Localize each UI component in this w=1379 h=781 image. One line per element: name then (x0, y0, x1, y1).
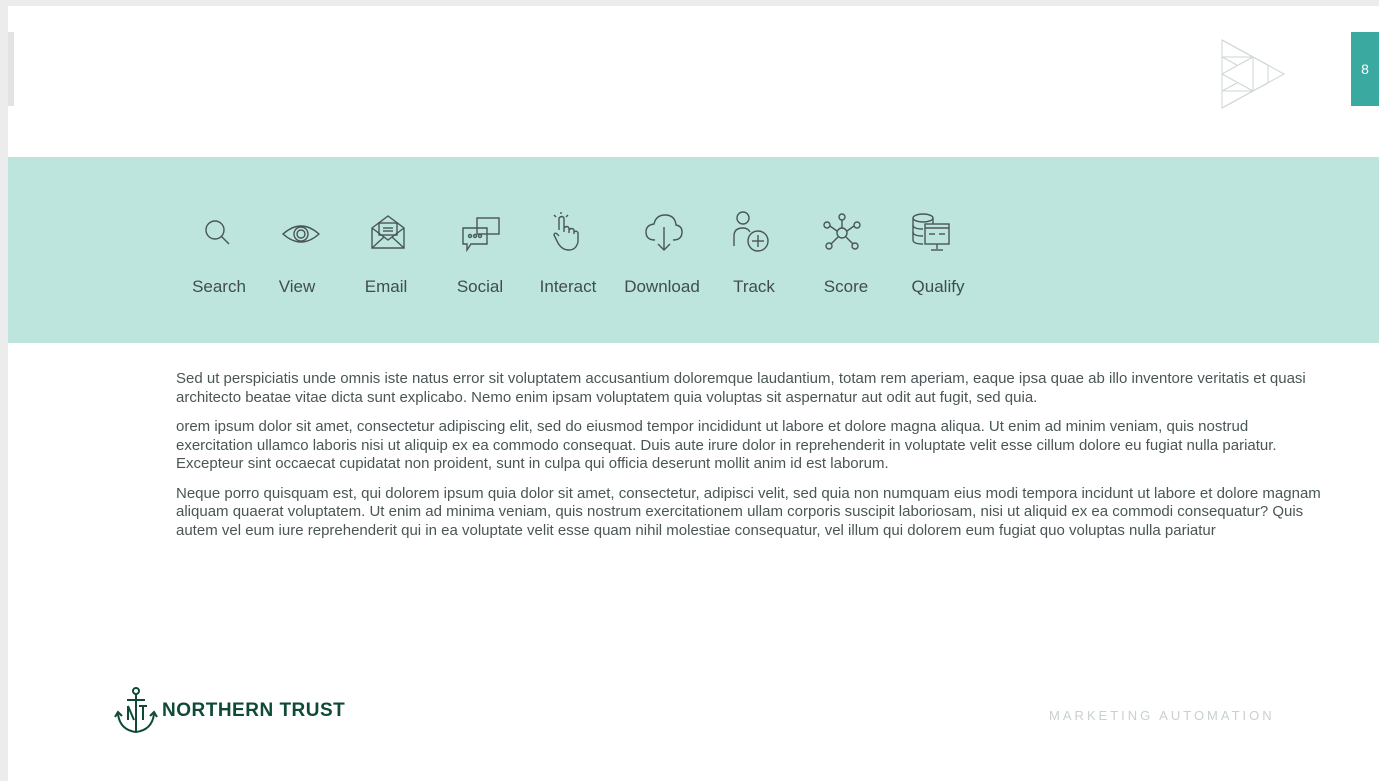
tap-hand-icon (545, 210, 589, 254)
left-border-accent (8, 32, 14, 106)
network-nodes-icon (820, 210, 864, 254)
step-label-download: Download (624, 277, 700, 296)
page-number-badge: 8 (1351, 32, 1379, 106)
triangle-pattern-icon (1220, 38, 1286, 110)
step-label-score: Score (823, 277, 869, 296)
section-footer-label: MARKETING AUTOMATION (1049, 708, 1275, 723)
email-icon (366, 210, 410, 254)
logo-text: NORTHERN TRUST (162, 700, 346, 721)
left-border (0, 6, 8, 781)
top-border (0, 0, 1379, 6)
step-label-qualify: Qualify (911, 277, 965, 296)
anchor-logo-icon (114, 686, 158, 736)
step-label-email: Email (364, 277, 408, 296)
paragraph: orem ipsum dolor sit amet, consectetur a… (176, 418, 1277, 472)
body-text: Sed ut perspiciatis unde omnis iste natu… (176, 370, 1326, 551)
search-icon (197, 210, 241, 254)
page-number: 8 (1361, 61, 1369, 77)
cloud-download-icon (642, 210, 686, 254)
step-label-track: Track (733, 277, 775, 296)
step-label-search: Search (192, 277, 246, 296)
step-label-interact: Interact (539, 277, 597, 296)
chat-bubbles-icon (459, 210, 503, 254)
paragraph: Neque porro quisquam est, qui dolorem ip… (176, 484, 1321, 539)
step-label-view: View (278, 277, 316, 296)
eye-icon (279, 210, 323, 254)
step-label-social: Social (456, 277, 504, 296)
database-screen-icon (909, 210, 953, 254)
add-person-icon (731, 210, 775, 254)
paragraph: Sed ut perspiciatis unde omnis iste natu… (176, 370, 1306, 406)
